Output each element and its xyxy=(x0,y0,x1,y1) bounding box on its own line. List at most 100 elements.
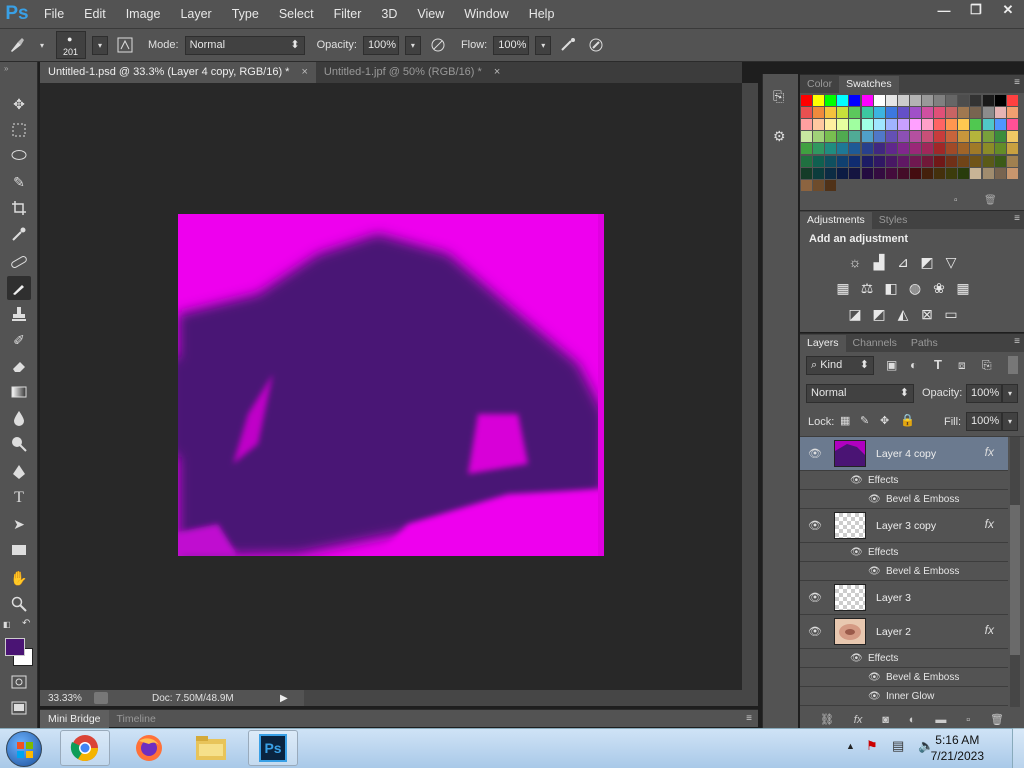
effect-inner-glow[interactable]: Inner Glow xyxy=(886,691,934,702)
color-swatch[interactable] xyxy=(922,155,933,167)
color-swatch[interactable] xyxy=(934,155,946,167)
eyedropper-tool-icon[interactable] xyxy=(7,222,31,246)
zoom-level[interactable]: 33.33% xyxy=(48,693,94,704)
effects-eye-icon[interactable]: 👁 xyxy=(850,653,863,664)
color-swatch[interactable] xyxy=(994,131,1006,143)
color-swatch[interactable] xyxy=(934,131,946,143)
photo-filter-icon[interactable]: ◍ xyxy=(906,279,924,297)
color-swatch[interactable] xyxy=(813,155,825,167)
color-swatch[interactable] xyxy=(837,131,849,143)
photoshop-taskbar-icon[interactable]: Ps xyxy=(248,730,298,766)
tab-close-icon[interactable]: × xyxy=(301,62,307,83)
menu-3d[interactable]: 3D xyxy=(371,0,407,28)
visibility-eye-icon[interactable]: 👁 xyxy=(808,625,824,638)
color-swatch[interactable] xyxy=(1006,95,1018,106)
invert-icon[interactable]: ◪ xyxy=(846,305,864,323)
visibility-eye-icon[interactable]: 👁 xyxy=(808,447,824,460)
tab-timeline[interactable]: Timeline xyxy=(109,710,164,728)
minimize-button[interactable]: — xyxy=(928,0,960,20)
brush-tool-icon[interactable] xyxy=(7,276,31,300)
color-swatch[interactable] xyxy=(813,119,825,131)
lock-position-icon[interactable]: ✥ xyxy=(880,414,889,427)
color-swatch[interactable] xyxy=(849,119,861,131)
filter-smart-object-icon[interactable]: ⎘ xyxy=(982,358,992,373)
brush-tool-preset-icon[interactable] xyxy=(6,34,28,56)
gradient-tool-icon[interactable] xyxy=(7,380,31,404)
color-swatch[interactable] xyxy=(970,119,982,131)
color-swatch[interactable] xyxy=(873,167,885,179)
color-swatch[interactable] xyxy=(861,95,873,106)
menu-select[interactable]: Select xyxy=(269,0,324,28)
opacity-dropdown[interactable]: ▾ xyxy=(404,35,421,55)
color-swatch[interactable] xyxy=(958,167,970,179)
tab-untitled-psd[interactable]: Untitled-1.psd @ 33.3% (Layer 4 copy, RG… xyxy=(40,62,316,83)
color-swatch[interactable] xyxy=(801,143,812,155)
taskbar-clock[interactable]: 5:16 AM 7/21/2023 xyxy=(931,732,984,764)
color-swatch[interactable] xyxy=(982,119,994,131)
tab-mini-bridge[interactable]: Mini Bridge xyxy=(40,709,109,728)
tab-layers[interactable]: Layers xyxy=(800,335,846,352)
color-swatch[interactable] xyxy=(982,131,994,143)
color-swatch[interactable] xyxy=(958,95,970,106)
color-swatch[interactable] xyxy=(909,107,921,119)
pressure-size-icon[interactable] xyxy=(585,34,607,56)
visibility-eye-icon[interactable]: 👁 xyxy=(808,519,824,532)
color-swatch[interactable] xyxy=(885,167,897,179)
flow-input[interactable]: 100% xyxy=(493,35,530,55)
quick-selection-tool-icon[interactable]: ✎ xyxy=(7,170,31,194)
levels-icon[interactable]: ▟ xyxy=(870,253,888,271)
color-swatch[interactable] xyxy=(1006,107,1018,119)
color-swatch[interactable] xyxy=(946,167,958,179)
new-layer-icon[interactable]: ▫ xyxy=(966,714,970,726)
color-swatch[interactable] xyxy=(958,107,970,119)
effect-eye-icon[interactable]: 👁 xyxy=(868,691,881,702)
color-swatch[interactable] xyxy=(994,107,1006,119)
tab-color[interactable]: Color xyxy=(800,76,839,93)
color-swatch[interactable] xyxy=(922,95,933,106)
color-swatch[interactable] xyxy=(897,131,909,143)
link-layers-icon[interactable]: ⛓ xyxy=(820,713,834,726)
tab-adjustments[interactable]: Adjustments xyxy=(800,212,872,229)
effects-eye-icon[interactable]: 👁 xyxy=(850,547,863,558)
healing-brush-tool-icon[interactable] xyxy=(7,250,31,274)
color-swatch[interactable] xyxy=(1006,155,1018,167)
quick-mask-icon[interactable] xyxy=(7,670,31,694)
effects-eye-icon[interactable]: 👁 xyxy=(850,475,863,486)
effect-eye-icon[interactable]: 👁 xyxy=(868,566,881,577)
marquee-tool-icon[interactable] xyxy=(7,118,31,142)
horizontal-scrollbar[interactable] xyxy=(304,690,742,706)
color-swatch[interactable] xyxy=(909,95,921,106)
panel-menu-icon[interactable]: ≡ xyxy=(1014,77,1020,88)
color-swatch[interactable] xyxy=(861,143,873,155)
tab-channels[interactable]: Channels xyxy=(846,335,904,352)
color-swatch[interactable] xyxy=(909,143,921,155)
menu-type[interactable]: Type xyxy=(222,0,269,28)
tab-styles[interactable]: Styles xyxy=(872,212,915,229)
color-swatch[interactable] xyxy=(885,131,897,143)
show-hidden-icons[interactable]: ▲ xyxy=(846,741,855,751)
color-balance-icon[interactable]: ⚖ xyxy=(858,279,876,297)
menu-help[interactable]: Help xyxy=(519,0,565,28)
color-swatch[interactable] xyxy=(958,119,970,131)
selective-color-icon[interactable]: ⊠ xyxy=(918,305,936,323)
color-swatch[interactable] xyxy=(801,95,812,106)
color-swatch[interactable] xyxy=(825,131,837,143)
file-explorer-taskbar-icon[interactable] xyxy=(186,730,236,766)
color-swatch[interactable] xyxy=(934,143,946,155)
color-swatch[interactable] xyxy=(873,143,885,155)
color-swatch[interactable] xyxy=(982,95,994,106)
lock-all-icon[interactable]: 🔒 xyxy=(900,413,915,427)
tab-swatches[interactable]: Swatches xyxy=(839,76,899,93)
menu-file[interactable]: File xyxy=(34,0,74,28)
color-swatch[interactable] xyxy=(994,143,1006,155)
blur-tool-icon[interactable] xyxy=(7,406,31,430)
menu-layer[interactable]: Layer xyxy=(170,0,221,28)
color-swatch[interactable] xyxy=(825,179,837,191)
color-swatch[interactable] xyxy=(909,119,921,131)
color-swatch[interactable] xyxy=(837,143,849,155)
lock-transparent-icon[interactable]: ▦ xyxy=(840,414,850,427)
filter-type-icon[interactable]: T xyxy=(934,357,942,372)
layer-fill-input[interactable]: 100% xyxy=(966,412,1002,431)
pressure-opacity-icon[interactable] xyxy=(427,34,449,56)
color-swatch[interactable] xyxy=(946,155,958,167)
